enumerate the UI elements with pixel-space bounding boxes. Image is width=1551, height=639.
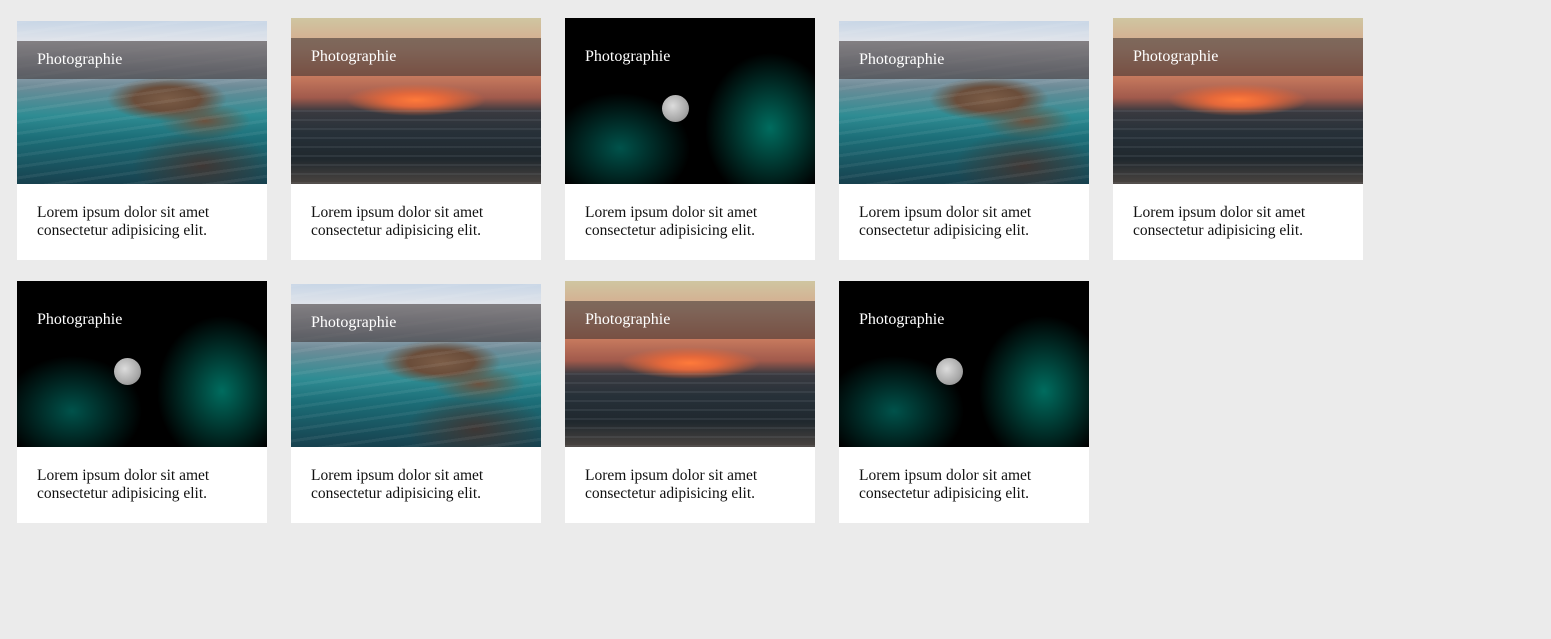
card-description: Lorem ipsum dolor sit amet consectetur a… bbox=[585, 467, 758, 502]
card-photo: Photographie bbox=[839, 281, 1089, 447]
card-category-label: Photographie bbox=[839, 41, 1089, 79]
card-description: Lorem ipsum dolor sit amet consectetur a… bbox=[311, 467, 484, 502]
card-description: Lorem ipsum dolor sit amet consectetur a… bbox=[311, 204, 484, 239]
card-description: Lorem ipsum dolor sit amet consectetur a… bbox=[859, 204, 1032, 239]
card-description: Lorem ipsum dolor sit amet consectetur a… bbox=[859, 467, 1032, 502]
card-photo: Photographie bbox=[291, 18, 541, 184]
card-category-label: Photographie bbox=[17, 41, 267, 79]
gallery-card[interactable]: Photographie Lorem ipsum dolor sit amet … bbox=[565, 281, 815, 523]
card-photo: Photographie bbox=[291, 284, 541, 447]
card-photo: Photographie bbox=[17, 281, 267, 447]
photo-gallery: Photographie Lorem ipsum dolor sit amet … bbox=[0, 0, 1551, 639]
gallery-card[interactable]: Photographie Lorem ipsum dolor sit amet … bbox=[565, 18, 815, 260]
gallery-card[interactable]: Photographie Lorem ipsum dolor sit amet … bbox=[839, 281, 1089, 523]
card-description: Lorem ipsum dolor sit amet consectetur a… bbox=[37, 204, 210, 239]
card-description: Lorem ipsum dolor sit amet consectetur a… bbox=[37, 467, 210, 502]
gallery-card[interactable]: Photographie Lorem ipsum dolor sit amet … bbox=[291, 18, 541, 260]
gallery-card[interactable]: Photographie Lorem ipsum dolor sit amet … bbox=[17, 21, 267, 260]
card-photo: Photographie bbox=[1113, 18, 1363, 184]
card-description: Lorem ipsum dolor sit amet consectetur a… bbox=[585, 204, 758, 239]
card-category-label: Photographie bbox=[1113, 38, 1363, 76]
card-category-label: Photographie bbox=[859, 311, 945, 328]
moon-shape bbox=[662, 95, 689, 122]
card-category-label: Photographie bbox=[585, 48, 671, 65]
gallery-card[interactable]: Photographie Lorem ipsum dolor sit amet … bbox=[291, 284, 541, 523]
card-category-label: Photographie bbox=[291, 304, 541, 342]
gallery-card[interactable]: Photographie Lorem ipsum dolor sit amet … bbox=[839, 21, 1089, 260]
gallery-card[interactable]: Photographie Lorem ipsum dolor sit amet … bbox=[17, 281, 267, 523]
card-category-label: Photographie bbox=[565, 301, 815, 339]
card-category-label: Photographie bbox=[291, 38, 541, 76]
gallery-card[interactable]: Photographie Lorem ipsum dolor sit amet … bbox=[1113, 18, 1363, 260]
moon-shape bbox=[936, 358, 963, 385]
card-photo: Photographie bbox=[839, 21, 1089, 184]
card-photo: Photographie bbox=[565, 281, 815, 447]
card-description: Lorem ipsum dolor sit amet consectetur a… bbox=[1133, 204, 1306, 239]
card-category-label: Photographie bbox=[37, 311, 123, 328]
card-photo: Photographie bbox=[565, 18, 815, 184]
moon-shape bbox=[114, 358, 141, 385]
card-photo: Photographie bbox=[17, 21, 267, 184]
